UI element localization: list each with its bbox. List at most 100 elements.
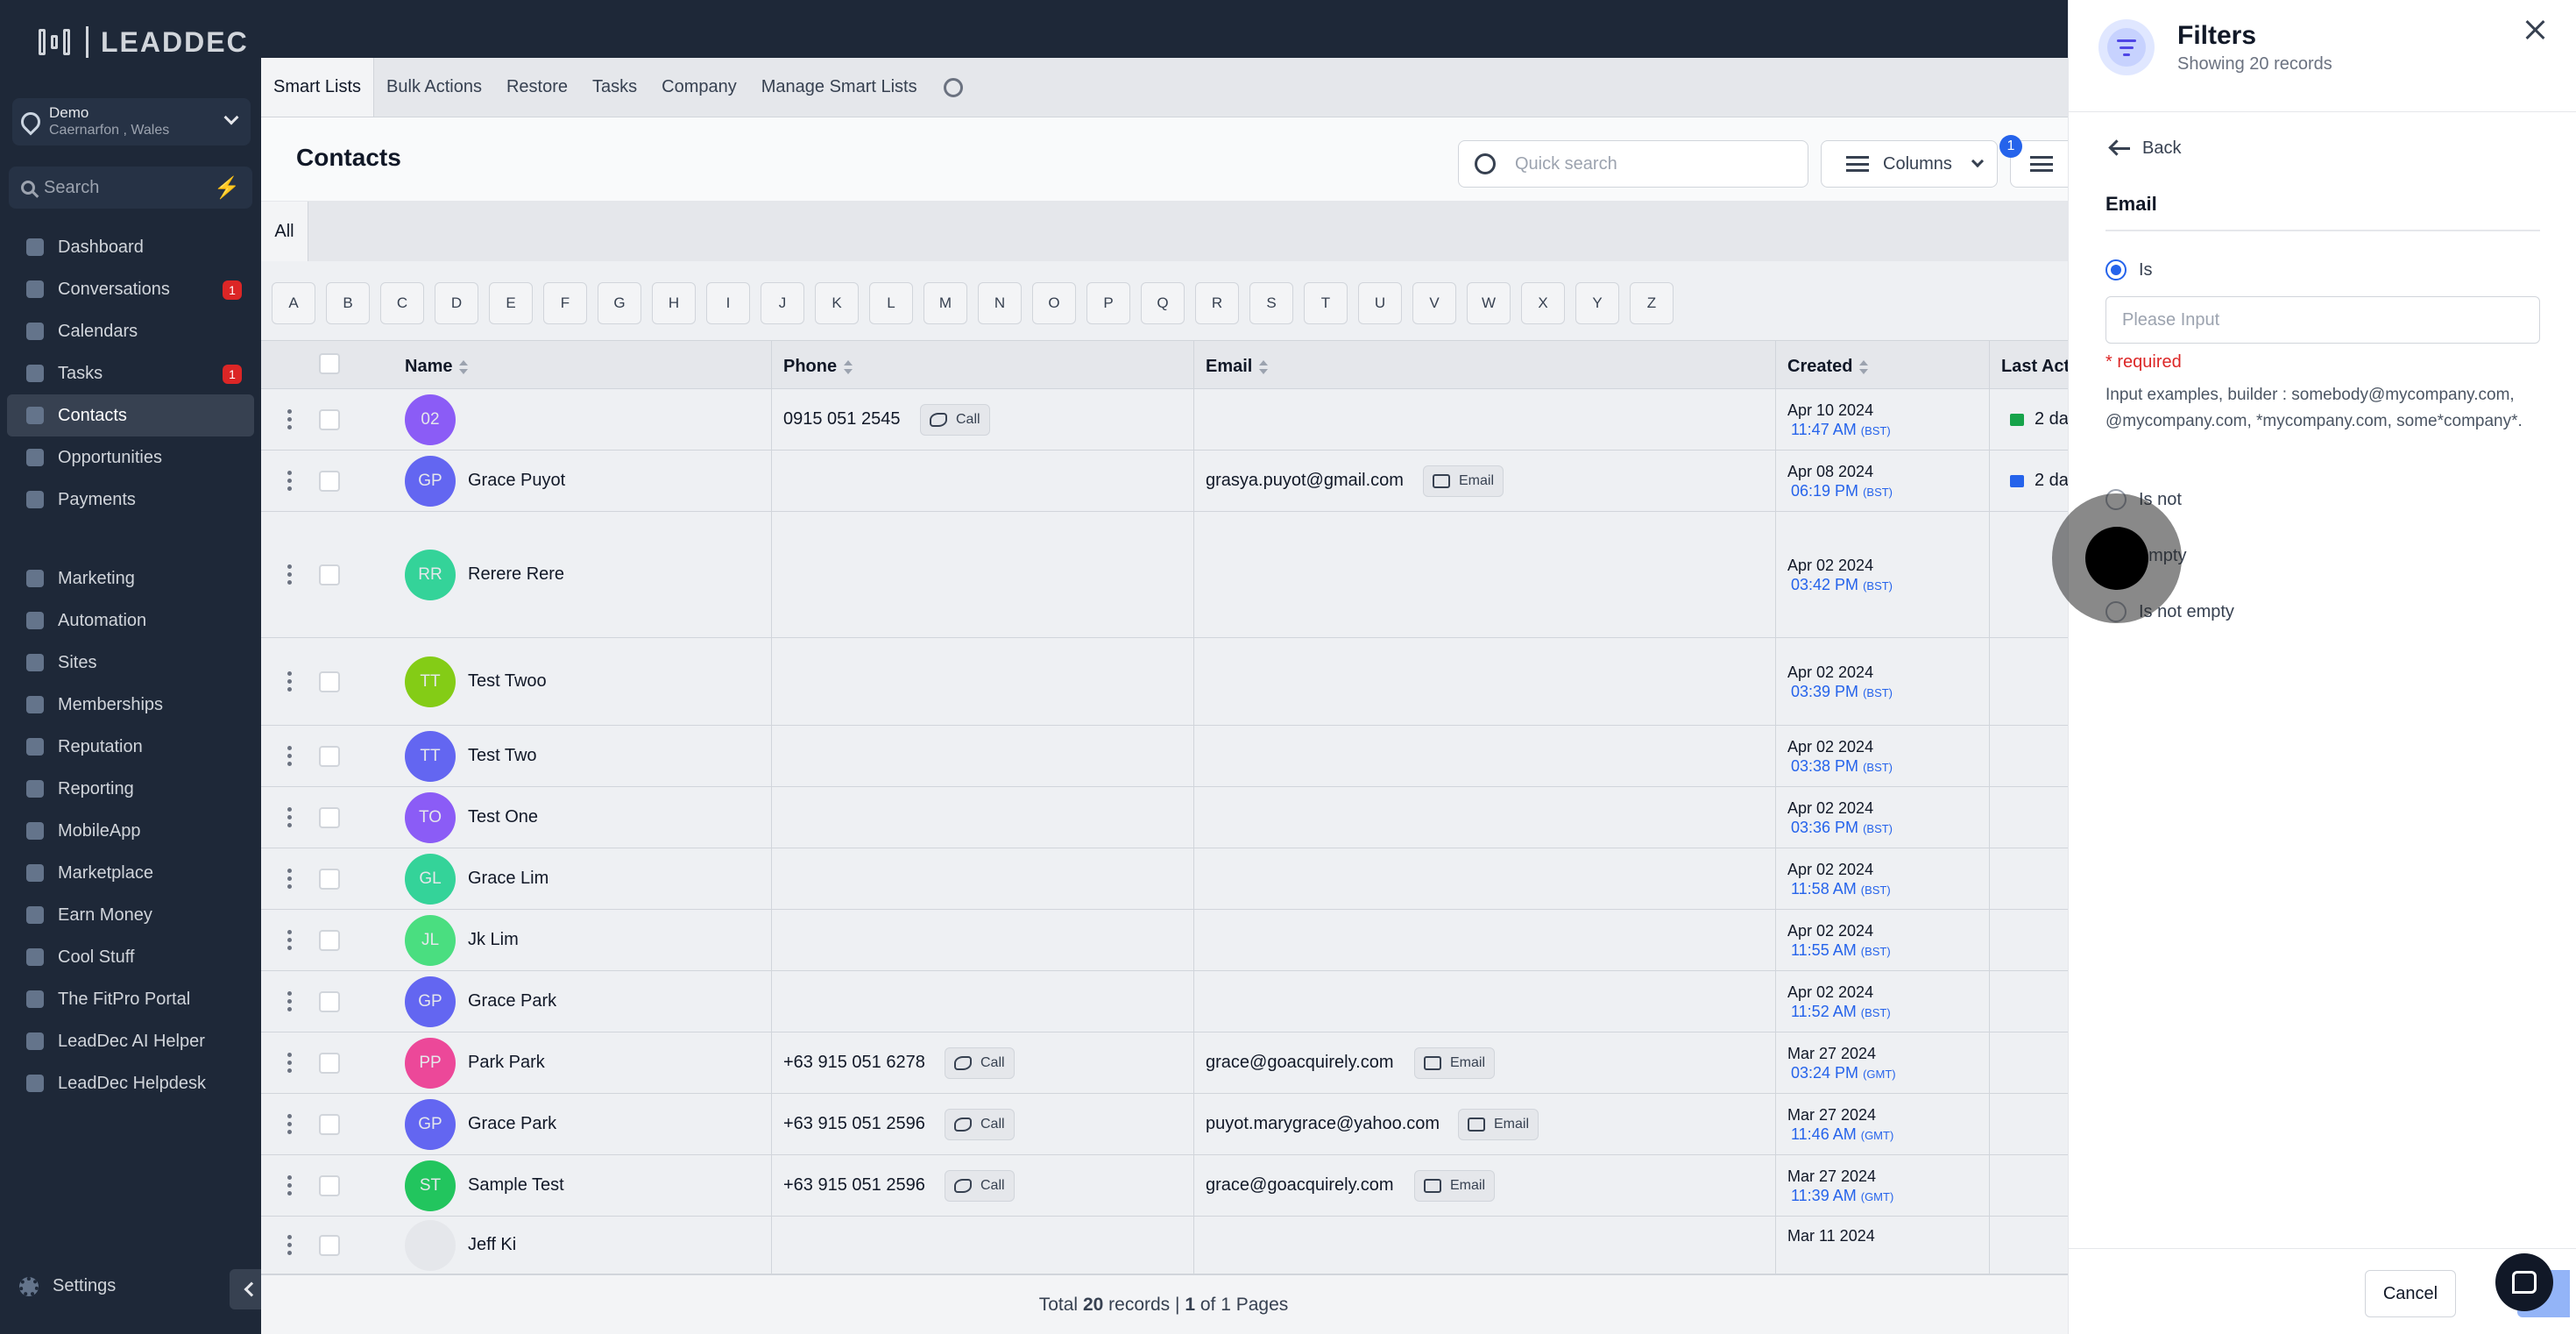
- tab-manage-smart-lists[interactable]: Manage Smart Lists: [749, 58, 930, 117]
- letter-filter-a[interactable]: A: [272, 282, 315, 324]
- row-menu-icon[interactable]: [287, 930, 293, 954]
- sidebar-item-leaddec-ai-helper[interactable]: LeadDec AI Helper: [7, 1020, 254, 1062]
- sidebar-item-memberships[interactable]: Memberships: [7, 684, 254, 726]
- header-name[interactable]: Name: [405, 357, 469, 377]
- sidebar-item-marketplace[interactable]: Marketplace: [7, 852, 254, 894]
- settings-gear-icon[interactable]: [943, 77, 963, 97]
- letter-filter-r[interactable]: R: [1195, 282, 1239, 324]
- contact-name[interactable]: Grace Puyot: [468, 471, 565, 491]
- sidebar-item-cool-stuff[interactable]: Cool Stuff: [7, 936, 254, 978]
- letter-filter-w[interactable]: W: [1467, 282, 1511, 324]
- row-menu-icon[interactable]: [287, 991, 293, 1015]
- header-created[interactable]: Created: [1787, 357, 1869, 377]
- radio-is[interactable]: [2105, 259, 2127, 280]
- sidebar-item-tasks[interactable]: Tasks 1: [7, 352, 254, 394]
- letter-filter-n[interactable]: N: [978, 282, 1022, 324]
- letter-filter-q[interactable]: Q: [1141, 282, 1185, 324]
- tab-bulk-actions[interactable]: Bulk Actions: [374, 58, 494, 117]
- contact-name[interactable]: Test Twoo: [468, 671, 547, 692]
- sidebar-item-marketing[interactable]: Marketing: [7, 557, 254, 600]
- header-last-activity[interactable]: Last Acti: [2001, 357, 2075, 377]
- contact-name[interactable]: Grace Park: [468, 991, 556, 1011]
- contact-name[interactable]: Test Two: [468, 746, 537, 766]
- letter-filter-b[interactable]: B: [326, 282, 370, 324]
- select-all-checkbox[interactable]: [319, 353, 340, 374]
- sidebar-item-the-fitpro-portal[interactable]: The FitPro Portal: [7, 978, 254, 1020]
- lightning-icon[interactable]: ⚡: [214, 175, 240, 201]
- letter-filter-j[interactable]: J: [761, 282, 804, 324]
- back-button[interactable]: Back: [2111, 138, 2181, 159]
- row-checkbox[interactable]: [319, 991, 340, 1012]
- row-checkbox[interactable]: [319, 807, 340, 828]
- email-button[interactable]: Email: [1414, 1170, 1496, 1202]
- sidebar-item-calendars[interactable]: Calendars: [7, 310, 254, 352]
- sidebar-item-earn-money[interactable]: Earn Money: [7, 894, 254, 936]
- letter-filter-x[interactable]: X: [1521, 282, 1565, 324]
- sidebar-item-settings[interactable]: Settings: [19, 1276, 116, 1296]
- sidebar-item-reputation[interactable]: Reputation: [7, 726, 254, 768]
- tab-restore[interactable]: Restore: [494, 58, 580, 117]
- row-menu-icon[interactable]: [287, 807, 293, 831]
- call-button[interactable]: Call: [945, 1170, 1015, 1202]
- email-filter-input[interactable]: [2105, 296, 2540, 344]
- sidebar-item-contacts[interactable]: Contacts: [7, 394, 254, 436]
- quick-search-input[interactable]: Quick search: [1458, 140, 1808, 188]
- row-checkbox[interactable]: [319, 671, 340, 692]
- row-menu-icon[interactable]: [287, 1235, 293, 1259]
- letter-filter-s[interactable]: S: [1249, 282, 1293, 324]
- letter-filter-c[interactable]: C: [380, 282, 424, 324]
- sidebar-item-payments[interactable]: Payments: [7, 479, 254, 521]
- contact-name[interactable]: Sample Test: [468, 1175, 564, 1196]
- row-checkbox[interactable]: [319, 1235, 340, 1256]
- row-checkbox[interactable]: [319, 869, 340, 890]
- row-checkbox[interactable]: [319, 930, 340, 951]
- contact-name[interactable]: Grace Park: [468, 1114, 556, 1134]
- sidebar-item-mobileapp[interactable]: MobileApp: [7, 810, 254, 852]
- row-checkbox[interactable]: [319, 409, 340, 430]
- row-menu-icon[interactable]: [287, 1175, 293, 1199]
- row-checkbox[interactable]: [319, 1175, 340, 1196]
- call-button[interactable]: Call: [945, 1109, 1015, 1140]
- contact-name[interactable]: Grace Lim: [468, 869, 548, 889]
- email-button[interactable]: Email: [1458, 1109, 1539, 1140]
- row-checkbox[interactable]: [319, 746, 340, 767]
- sidebar-item-automation[interactable]: Automation: [7, 600, 254, 642]
- letter-filter-h[interactable]: H: [652, 282, 696, 324]
- tab-tasks[interactable]: Tasks: [580, 58, 649, 117]
- tab-all[interactable]: All: [261, 202, 308, 261]
- row-menu-icon[interactable]: [287, 1053, 293, 1076]
- chat-widget-button[interactable]: [2495, 1253, 2553, 1311]
- columns-button[interactable]: Columns: [1821, 140, 1998, 188]
- letter-filter-u[interactable]: U: [1358, 282, 1402, 324]
- letter-filter-p[interactable]: P: [1086, 282, 1130, 324]
- email-button[interactable]: Email: [1423, 465, 1504, 497]
- sidebar-item-leaddec-helpdesk[interactable]: LeadDec Helpdesk: [7, 1062, 254, 1104]
- letter-filter-o[interactable]: O: [1032, 282, 1076, 324]
- sidebar-item-conversations[interactable]: Conversations 1: [7, 268, 254, 310]
- header-email[interactable]: Email: [1206, 357, 1269, 377]
- sidebar-item-dashboard[interactable]: Dashboard: [7, 226, 254, 268]
- letter-filter-m[interactable]: M: [924, 282, 967, 324]
- header-phone[interactable]: Phone: [783, 357, 853, 377]
- row-menu-icon[interactable]: [287, 671, 293, 695]
- contact-name[interactable]: Rerere Rere: [468, 564, 564, 585]
- letter-filter-d[interactable]: D: [435, 282, 478, 324]
- letter-filter-f[interactable]: F: [543, 282, 587, 324]
- row-menu-icon[interactable]: [287, 746, 293, 770]
- letter-filter-e[interactable]: E: [489, 282, 533, 324]
- letter-filter-l[interactable]: L: [869, 282, 913, 324]
- location-switcher[interactable]: Demo Caernarfon , Wales: [12, 98, 251, 145]
- email-button[interactable]: Email: [1414, 1047, 1496, 1079]
- cancel-button[interactable]: Cancel: [2365, 1270, 2456, 1317]
- call-button[interactable]: Call: [945, 1047, 1015, 1079]
- row-checkbox[interactable]: [319, 1053, 340, 1074]
- letter-filter-y[interactable]: Y: [1575, 282, 1619, 324]
- contact-name[interactable]: Jeff Ki: [468, 1235, 516, 1255]
- sidebar-item-sites[interactable]: Sites: [7, 642, 254, 684]
- close-icon[interactable]: [2524, 19, 2545, 40]
- contact-name[interactable]: Jk Lim: [468, 930, 519, 950]
- contact-name[interactable]: Test One: [468, 807, 538, 827]
- row-checkbox[interactable]: [319, 564, 340, 585]
- row-menu-icon[interactable]: [287, 471, 293, 494]
- letter-filter-i[interactable]: I: [706, 282, 750, 324]
